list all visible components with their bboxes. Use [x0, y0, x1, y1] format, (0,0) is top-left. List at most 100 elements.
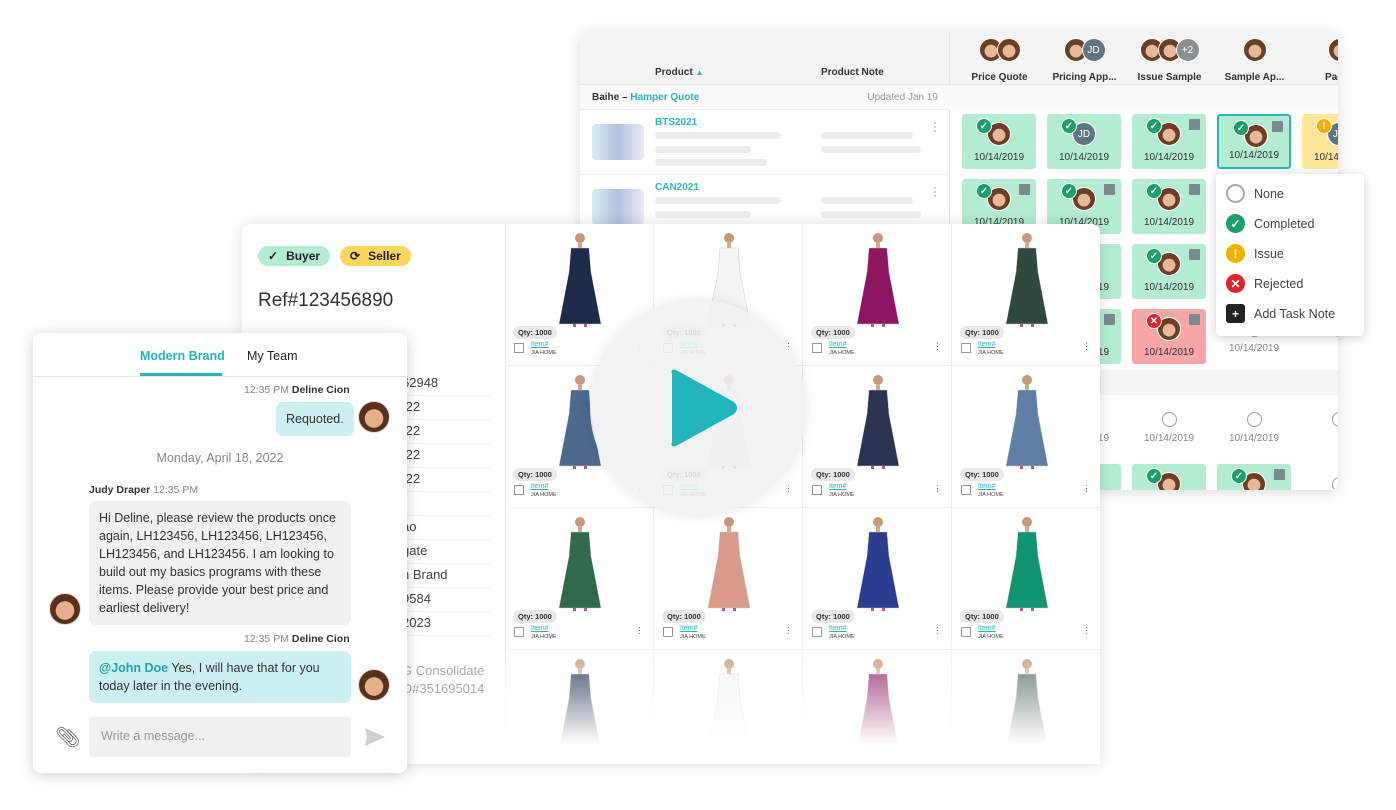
task-status-cell[interactable]: 10/14/2019 — [1217, 399, 1291, 454]
task-column-header[interactable]: JD Pricing App... — [1042, 38, 1127, 83]
product-header-label: Product — [655, 67, 693, 78]
task-status-cell[interactable]: ✓ — [1217, 464, 1291, 490]
task-column-header[interactable]: Packa — [1297, 38, 1338, 83]
status-option-add-task-note[interactable]: + Add Task Note — [1226, 304, 1335, 323]
column-assignees — [1297, 38, 1338, 64]
task-status-cell[interactable]: ✓ 10/14/2019 — [1132, 179, 1206, 234]
task-status-cell[interactable]: JD ✓ 10/14/2019 — [1047, 114, 1121, 169]
item-link[interactable]: Item# — [531, 483, 549, 490]
product-card[interactable]: Qty: 1000Item#JIA HOME··· — [952, 224, 1100, 366]
product-image — [856, 233, 900, 327]
task-column-header[interactable]: +2 Issue Sample — [1127, 38, 1212, 83]
item-link[interactable]: Item# — [978, 483, 996, 490]
seller-badge[interactable]: ⟳ Seller — [340, 246, 411, 266]
item-link[interactable]: Item# — [978, 341, 996, 348]
product-code-link[interactable]: CAN2021 — [655, 182, 699, 193]
product-card[interactable]: Qty: 1000Item#JIA HOME··· — [803, 508, 952, 650]
tab-my-team[interactable]: My Team — [247, 349, 297, 363]
x-circle-icon: ✕ — [1226, 274, 1245, 293]
task-note-icon[interactable] — [1104, 314, 1115, 325]
product-card[interactable]: Qty: 1000Item#JIA HOME··· — [803, 224, 952, 366]
task-status-cell[interactable] — [1302, 464, 1338, 490]
task-status-cell[interactable]: ✓ — [1132, 464, 1206, 490]
item-link[interactable]: Item# — [531, 625, 549, 632]
more-options-icon[interactable]: ··· — [936, 339, 939, 354]
avatar — [358, 401, 390, 433]
item-link[interactable]: Item# — [829, 341, 847, 348]
item-link[interactable]: Item# — [829, 625, 847, 632]
task-date: 10/14/2019 — [973, 152, 1025, 163]
video-play-button[interactable] — [590, 300, 806, 516]
item-link[interactable]: Item# — [680, 625, 698, 632]
item-link[interactable]: Item# — [531, 341, 549, 348]
paperclip-icon[interactable]: 📎︎ — [55, 725, 80, 750]
task-status-cell[interactable]: 10/14/2019 — [1132, 399, 1206, 454]
task-status-cell[interactable]: JD!10/14/2019 — [1302, 114, 1338, 169]
more-options-icon[interactable]: ··· — [936, 481, 939, 496]
task-column-header[interactable]: Sample Ap... — [1212, 38, 1297, 83]
task-status-cell[interactable]: ✓ 10/14/2019 — [962, 114, 1036, 169]
task-status-cell[interactable]: ✓ 10/14/2019 — [1217, 114, 1291, 169]
task-column-header[interactable]: Price Quote — [957, 38, 1042, 83]
task-note-icon[interactable] — [1189, 314, 1200, 325]
mention[interactable]: @John Doe — [99, 661, 168, 675]
product-image — [1005, 233, 1049, 327]
task-note-icon[interactable] — [1274, 469, 1285, 480]
task-status-cell[interactable] — [1302, 399, 1338, 454]
product-card[interactable]: Qty: 1000Item#JIA HOME··· — [952, 508, 1100, 650]
status-option-none[interactable]: None — [1226, 184, 1284, 203]
more-options-icon[interactable]: ··· — [1085, 339, 1088, 354]
product-code-link[interactable]: BTS2021 — [655, 117, 697, 128]
task-note-icon[interactable] — [1104, 184, 1115, 195]
placeholder-line — [655, 211, 751, 218]
task-note-icon[interactable] — [1189, 119, 1200, 130]
task-status-cell[interactable]: ✓ 10/14/2019 — [1132, 114, 1206, 169]
send-icon[interactable] — [364, 727, 386, 747]
status-option-rejected[interactable]: ✕ Rejected — [1226, 274, 1303, 293]
group-name-link[interactable]: Hamper Quote — [630, 92, 699, 103]
task-note-icon[interactable] — [1272, 121, 1283, 132]
status-option-issue[interactable]: ! Issue — [1226, 244, 1284, 263]
status-dropdown-menu: None ✓ Completed ! Issue ✕ Rejected + Add Task N… — [1216, 174, 1364, 336]
more-options-icon[interactable]: ··· — [933, 181, 937, 201]
task-status-cell[interactable]: ✓ 10/14/2019 — [1132, 244, 1206, 299]
item-brand: JIA HOME — [531, 492, 557, 498]
tab-modern-brand[interactable]: Modern Brand — [140, 349, 225, 363]
item-link[interactable]: Item# — [978, 625, 996, 632]
task-date: 10/14/2019 — [1313, 152, 1338, 163]
issue-status-icon: ! — [1316, 118, 1332, 134]
item-link[interactable]: Item# — [829, 483, 847, 490]
completed-status-icon: ✓ — [1231, 468, 1247, 484]
status-none-icon — [1247, 412, 1262, 427]
more-options-icon[interactable]: ··· — [933, 116, 937, 136]
option-label: Issue — [1254, 246, 1284, 261]
quantity-badge: Qty: 1000 — [811, 326, 855, 339]
product-image — [558, 517, 602, 611]
placeholder-line — [655, 197, 781, 204]
task-note-icon[interactable] — [1019, 184, 1030, 195]
product-card[interactable]: Qty: 1000Item#JIA HOME··· — [952, 366, 1100, 508]
check-icon: ✓ — [268, 249, 279, 263]
product-card[interactable]: Qty: 1000Item#JIA HOME··· — [654, 508, 803, 650]
quantity-badge: Qty: 1000 — [960, 468, 1004, 481]
more-options-icon[interactable]: ··· — [1085, 481, 1088, 496]
product-column-header[interactable]: Product ▲ — [655, 67, 703, 78]
grid-header: Product ▲ Product Note Price Quote JD Pric… — [580, 32, 1338, 490]
quantity-badge: Qty: 1000 — [513, 468, 557, 481]
product-card[interactable]: Qty: 1000Item#JIA HOME··· — [803, 366, 952, 508]
message-input[interactable]: Write a message... — [89, 717, 351, 757]
task-status-cell[interactable]: ✕ 10/14/2019 — [1132, 309, 1206, 364]
product-note-column-header[interactable]: Product Note — [821, 67, 884, 78]
quantity-badge: Qty: 1000 — [811, 468, 855, 481]
task-note-icon[interactable] — [1189, 249, 1200, 260]
placeholder-line — [821, 197, 913, 204]
product-card[interactable]: Qty: 1000Item#JIA HOME··· — [505, 508, 654, 650]
status-none-icon — [1332, 477, 1338, 490]
column-assignees: JD — [1042, 38, 1127, 64]
task-note-icon[interactable] — [1189, 184, 1200, 195]
avatar — [49, 593, 81, 625]
status-option-completed[interactable]: ✓ Completed — [1226, 214, 1314, 233]
order-field-value: n Brand — [402, 564, 490, 588]
buyer-badge[interactable]: ✓ Buyer — [258, 246, 331, 266]
product-row[interactable]: BTS2021 · · · — [580, 110, 950, 175]
